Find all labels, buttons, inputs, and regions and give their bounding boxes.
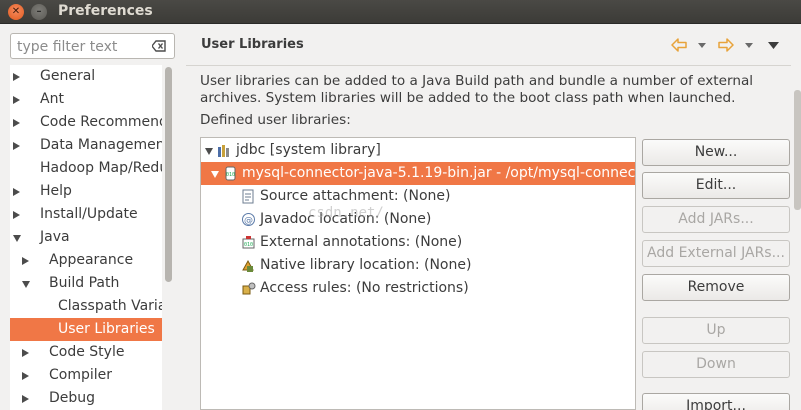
remove-button[interactable]: Remove <box>642 274 790 301</box>
nav-item-label: Debug <box>49 390 96 406</box>
svg-text:@: @ <box>244 216 253 226</box>
library-tree-row[interactable]: Native library location: (None) <box>201 254 635 277</box>
nav-item[interactable]: Build Path <box>10 272 162 295</box>
nav-item[interactable]: Ant <box>10 88 162 111</box>
up-button[interactable]: Up <box>642 317 790 344</box>
edit-button[interactable]: Edit... <box>642 172 790 199</box>
collapsed-twisty-icon[interactable] <box>13 96 20 104</box>
watermark: csdn.net/ <box>308 205 384 221</box>
collapsed-twisty-icon[interactable] <box>13 119 20 127</box>
collapsed-twisty-icon[interactable] <box>13 142 20 150</box>
nav-item[interactable]: Classpath Variables <box>10 295 162 318</box>
annotations-icon: 010 <box>241 235 256 250</box>
add-external-jars-button[interactable]: Add External JARs... <box>642 240 790 267</box>
nav-scrollbar[interactable] <box>162 65 175 410</box>
library-row-label: Native library location: (None) <box>260 257 472 273</box>
nav-item-label: Hadoop Map/Reduce <box>40 160 162 176</box>
nav-item-label: Help <box>40 183 72 199</box>
page-title: User Libraries <box>201 37 304 52</box>
nav-item-label: Java <box>40 229 70 245</box>
library-tree-row[interactable]: 010 mysql-connector-java-5.1.19-bin.jar -… <box>201 162 636 185</box>
filter-input[interactable] <box>17 37 145 56</box>
nav-item-label: Classpath Variables <box>58 298 162 314</box>
nav-item[interactable]: Hadoop Map/Reduce <box>10 157 162 180</box>
view-menu-icon[interactable] <box>768 42 779 50</box>
nav-item[interactable]: Data Management <box>10 134 162 157</box>
source-attachment-icon <box>241 189 256 204</box>
expanded-twisty-icon[interactable] <box>13 235 21 242</box>
back-arrow-icon[interactable] <box>671 38 687 52</box>
nav-item-label: Ant <box>40 91 64 107</box>
forward-arrow-icon[interactable] <box>718 38 734 52</box>
collapsed-twisty-icon[interactable] <box>13 188 20 196</box>
nav-item[interactable]: User Libraries <box>10 318 162 341</box>
library-row-label: Source attachment: (None) <box>260 188 451 204</box>
library-row-label: jdbc [system library] <box>236 142 381 158</box>
page-description: User libraries can be added to a Java Bu… <box>200 73 754 106</box>
nav-item[interactable]: Appearance <box>10 249 162 272</box>
nav-item-label: User Libraries <box>58 321 155 337</box>
page-scrollbar[interactable] <box>794 90 801 210</box>
minimize-window-button[interactable]: – <box>31 4 47 20</box>
nav-item-label: Install/Update <box>40 206 138 222</box>
library-tree-row[interactable]: 010 External annotations: (None) <box>201 231 635 254</box>
library-row-label: mysql-connector-java-5.1.19-bin.jar - /o… <box>242 165 636 181</box>
new-button[interactable]: New... <box>642 139 790 166</box>
window-title: Preferences <box>58 3 153 19</box>
native-library-icon <box>241 258 256 273</box>
library-tree-row[interactable]: Source attachment: (None) <box>201 185 635 208</box>
page-header: User Libraries <box>186 28 791 64</box>
filter-field[interactable] <box>10 33 175 59</box>
library-tree-row[interactable]: @ Javadoc location: (None) <box>201 208 635 231</box>
nav-item-label: Appearance <box>49 252 134 268</box>
nav-item-label: Compiler <box>49 367 113 383</box>
forward-dropdown-icon[interactable] <box>745 43 753 49</box>
title-bar: ✕ – Preferences <box>0 0 801 24</box>
nav-item-label: Code Recommenders <box>40 114 162 130</box>
close-window-button[interactable]: ✕ <box>8 4 24 20</box>
back-dropdown-icon[interactable] <box>698 43 706 49</box>
expanded-twisty-icon[interactable] <box>211 171 219 178</box>
nav-item[interactable]: Java <box>10 226 162 249</box>
nav-item[interactable]: Help <box>10 180 162 203</box>
nav-item-label: Build Path <box>49 275 120 291</box>
nav-item[interactable]: Install/Update <box>10 203 162 226</box>
import-button[interactable]: Import... <box>642 393 790 410</box>
collapsed-twisty-icon[interactable] <box>22 395 29 403</box>
jar-icon: 010 <box>223 166 238 181</box>
add-jars-button[interactable]: Add JARs... <box>642 206 790 233</box>
collapsed-twisty-icon[interactable] <box>22 349 29 357</box>
library-row-label: External annotations: (None) <box>260 234 463 250</box>
user-libraries-tree[interactable]: jdbc [system library] 010 mysql-connector-… <box>200 137 636 410</box>
expanded-twisty-icon[interactable] <box>22 281 30 288</box>
nav-item[interactable]: General <box>10 65 162 88</box>
preferences-nav-tree[interactable]: General Ant Code Recommenders Data Manageme… <box>10 65 162 410</box>
nav-item[interactable]: Code Style <box>10 341 162 364</box>
expanded-twisty-icon[interactable] <box>205 148 213 155</box>
nav-item-label: Code Style <box>49 344 125 360</box>
nav-item[interactable]: Debug <box>10 387 162 410</box>
library-row-label: Access rules: (No restrictions) <box>260 280 469 296</box>
collapsed-twisty-icon[interactable] <box>13 73 20 81</box>
collapsed-twisty-icon[interactable] <box>22 372 29 380</box>
access-rules-icon <box>241 281 256 296</box>
library-icon <box>217 143 232 158</box>
library-tree-row[interactable]: Access rules: (No restrictions) <box>201 277 635 300</box>
nav-item[interactable]: Code Recommenders <box>10 111 162 134</box>
javadoc-icon: @ <box>241 212 256 227</box>
nav-item-label: General <box>40 68 96 84</box>
nav-item[interactable]: Compiler <box>10 364 162 387</box>
svg-text:010: 010 <box>244 242 253 248</box>
clear-filter-icon[interactable] <box>152 40 166 52</box>
header-divider <box>186 65 791 66</box>
svg-text:010: 010 <box>226 172 235 178</box>
nav-scrollbar-thumb[interactable] <box>165 67 172 282</box>
nav-item-label: Data Management <box>40 137 162 153</box>
collapsed-twisty-icon[interactable] <box>22 257 29 265</box>
library-tree-row[interactable]: jdbc [system library] <box>201 139 635 162</box>
defined-libraries-label: Defined user libraries: <box>200 112 351 128</box>
down-button[interactable]: Down <box>642 351 790 378</box>
collapsed-twisty-icon[interactable] <box>13 211 20 219</box>
